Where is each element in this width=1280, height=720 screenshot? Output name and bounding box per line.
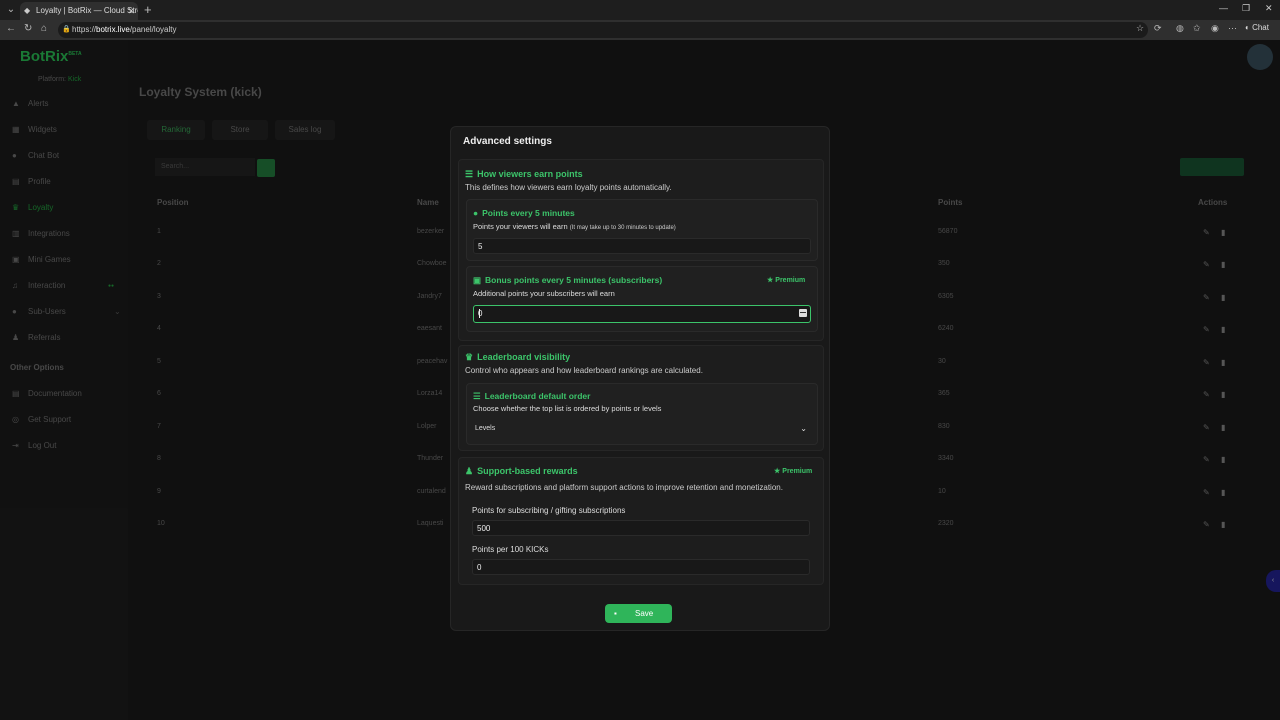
points-every-card: ● Points every 5 minutes Points your view… <box>466 199 818 261</box>
earn-points-description: This defines how viewers earn loyalty po… <box>465 183 672 192</box>
earn-points-section: ☰ How viewers earn points This defines ho… <box>458 159 824 341</box>
premium-badge: ★ Premium <box>774 467 812 475</box>
gift-icon: ▣ <box>473 275 482 285</box>
trophy-icon: ♛ <box>465 352 474 362</box>
subs-points-label: Points for subscribing / gifting subscri… <box>472 506 626 515</box>
leaderboard-order-card: ☰ Leaderboard default order Choose whethe… <box>466 383 818 445</box>
points-every-desc-text: Points your viewers will earn <box>473 222 568 231</box>
tab-title: Loyalty | BotRix — Cloud Streamin... <box>36 6 138 15</box>
url-field[interactable]: 🔒 https://botrix.live/panel/loyalty <box>58 22 1148 38</box>
advanced-settings-modal: Advanced settings ☰ How viewers earn poin… <box>450 126 830 631</box>
close-tab-icon[interactable]: ✕ <box>127 2 135 20</box>
modal-title: Advanced settings <box>463 136 552 147</box>
profile-shield-icon[interactable]: ◍ <box>1176 23 1184 34</box>
chat-button[interactable]: ◐ Chat <box>1245 23 1269 32</box>
favicon-icon: ◆ <box>24 6 31 15</box>
window-close-icon[interactable]: ✕ <box>1265 3 1273 14</box>
star-icon: ★ <box>767 277 774 284</box>
home-icon[interactable]: ⌂ <box>41 23 47 34</box>
premium-label: Premium <box>775 277 806 284</box>
kicks-points-label: Points per 100 KICKs <box>472 545 549 554</box>
order-selected-value: Levels <box>475 425 496 432</box>
url-prefix: https:// <box>72 25 97 34</box>
more-menu-icon[interactable]: ⋯ <box>1228 23 1237 34</box>
support-rewards-heading: ♟ Support-based rewards <box>465 466 578 477</box>
points-every-description: Points your viewers will earn (It may ta… <box>473 222 676 231</box>
extension-icon[interactable]: ⟳ <box>1154 23 1162 34</box>
chat-label: Chat <box>1252 23 1269 32</box>
url-path: /panel/loyalty <box>129 25 177 34</box>
minimize-icon[interactable]: — <box>1219 3 1228 13</box>
reload-icon[interactable]: ↻ <box>24 23 32 34</box>
back-icon[interactable]: ← <box>6 23 16 34</box>
leaderboard-heading: ♛ Leaderboard visibility <box>465 352 570 363</box>
earn-heading-text: How viewers earn points <box>477 169 583 179</box>
browser-tabbar: ⌄ ◆ Loyalty | BotRix — Cloud Streamin...… <box>0 0 1280 20</box>
premium-badge: ★ Premium <box>767 276 805 284</box>
restore-icon[interactable]: ❐ <box>1242 3 1250 14</box>
text-caret <box>479 309 480 318</box>
bonus-points-input[interactable]: 0 <box>473 305 811 323</box>
support-rewards-section: ♟ Support-based rewards ★ Premium Reward s… <box>458 457 824 585</box>
leaderboard-heading-text: Leaderboard visibility <box>477 352 571 362</box>
new-tab-icon[interactable]: + <box>144 2 152 17</box>
clock-icon: ● <box>473 208 479 218</box>
account-icon[interactable]: ◉ <box>1211 23 1219 34</box>
url-host: botrix.live <box>96 25 130 34</box>
support-rewards-description: Reward subscriptions and platform suppor… <box>465 483 783 492</box>
bonus-points-card: ▣ Bonus points every 5 minutes (subscribe… <box>466 266 818 332</box>
address-bar: ← ↻ ⌂ 🔒 https://botrix.live/panel/loyalt… <box>0 20 1280 40</box>
chevron-down-icon: ⌄ <box>800 424 807 433</box>
order-heading-text: Leaderboard default order <box>484 391 591 401</box>
kicks-points-input[interactable]: 0 <box>472 559 810 575</box>
number-stepper[interactable] <box>799 309 807 317</box>
points-every-heading-text: Points every 5 minutes <box>482 208 575 218</box>
leaderboard-description: Control who appears and how leaderboard … <box>465 366 703 375</box>
leaderboard-order-select[interactable]: Levels ⌄ <box>473 421 811 437</box>
bonus-points-description: Additional points your subscribers will … <box>473 289 615 298</box>
earn-points-heading: ☰ How viewers earn points <box>465 169 583 180</box>
bonus-points-heading: ▣ Bonus points every 5 minutes (subscribe… <box>473 275 662 286</box>
save-label: Save <box>635 609 654 618</box>
lock-icon: 🔒 <box>62 26 71 33</box>
points-every-heading: ● Points every 5 minutes <box>473 208 575 218</box>
support-heading-text: Support-based rewards <box>477 466 578 476</box>
points-every-note: (It may take up to 30 minutes to update) <box>569 225 676 231</box>
star-icon: ★ <box>774 468 781 475</box>
favorites-icon[interactable]: ✩ <box>1193 23 1201 34</box>
leaderboard-order-description: Choose whether the top list is ordered b… <box>473 404 662 413</box>
points-every-input[interactable]: 5 <box>473 238 811 254</box>
hand-coin-icon: ♟ <box>465 466 474 476</box>
tab-list-icon[interactable]: ⌄ <box>4 3 18 17</box>
list-icon: ☰ <box>473 391 481 401</box>
bonus-heading-text: Bonus points every 5 minutes (subscriber… <box>485 275 663 285</box>
coins-icon: ☰ <box>465 169 474 179</box>
save-button[interactable]: ▪ Save <box>605 604 672 623</box>
browser-tab[interactable]: ◆ Loyalty | BotRix — Cloud Streamin... ✕ <box>20 2 138 20</box>
subs-points-input[interactable]: 500 <box>472 520 810 536</box>
save-icon: ▪ <box>614 609 617 618</box>
leaderboard-order-heading: ☰ Leaderboard default order <box>473 391 590 402</box>
leaderboard-section: ♛ Leaderboard visibility Control who appe… <box>458 345 824 451</box>
star-icon[interactable]: ☆ <box>1136 23 1144 34</box>
premium-label: Premium <box>782 468 813 475</box>
